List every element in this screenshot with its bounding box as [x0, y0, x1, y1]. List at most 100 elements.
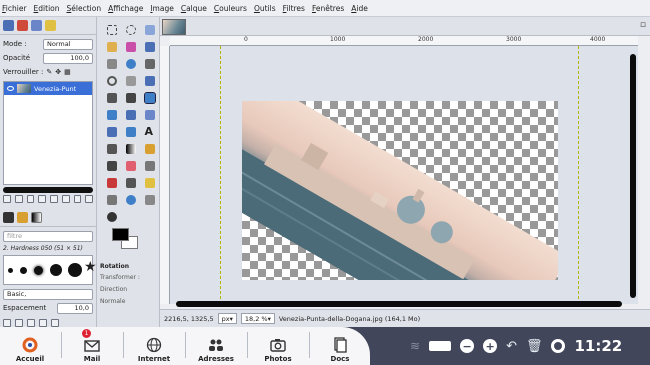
zoom-tool[interactable]: [102, 72, 121, 89]
brush-grid[interactable]: ★: [3, 255, 97, 285]
spacing-field[interactable]: 10,0: [57, 302, 93, 314]
raise-layer-icon[interactable]: [26, 195, 35, 203]
rect-select-tool[interactable]: [102, 21, 121, 38]
guide-line[interactable]: [220, 46, 221, 304]
horizontal-scrollbar[interactable]: [170, 300, 628, 308]
menu-edition[interactable]: Edition: [34, 4, 60, 13]
menu-calque[interactable]: Calque: [181, 4, 207, 13]
menu-outils[interactable]: Outils: [254, 4, 276, 13]
brush-preset-select[interactable]: Basic,: [3, 288, 93, 300]
app-docs[interactable]: Docs: [312, 329, 368, 363]
menu-fichier[interactable]: Fichier: [2, 4, 27, 13]
anchor-layer-icon[interactable]: [61, 195, 70, 203]
scissors-tool[interactable]: [140, 38, 159, 55]
flip-tool[interactable]: [102, 123, 121, 140]
free-select-tool[interactable]: [140, 21, 159, 38]
smudge-tool[interactable]: [140, 191, 159, 208]
perspective-clone-tool[interactable]: [102, 191, 121, 208]
patterns-tab-icon[interactable]: [17, 212, 28, 223]
new-brush-icon[interactable]: [15, 319, 23, 327]
crop-tool[interactable]: [121, 89, 140, 106]
horizontal-ruler[interactable]: 0 1000 2000 3000 4000: [170, 36, 638, 46]
star-brush-icon[interactable]: ★: [84, 259, 97, 275]
paintbrush-tool[interactable]: [102, 157, 121, 174]
ellipse-select-tool[interactable]: [121, 21, 140, 38]
scale-tool[interactable]: [102, 106, 121, 123]
undo-history-tab-icon[interactable]: [45, 20, 56, 31]
eraser-tool[interactable]: [121, 157, 140, 174]
clone-tool[interactable]: [121, 174, 140, 191]
blend-tool[interactable]: [121, 140, 140, 157]
new-layer-icon[interactable]: [3, 195, 11, 203]
brushes-tab-icon[interactable]: [3, 212, 14, 223]
dodge-burn-tool[interactable]: [102, 208, 121, 225]
bucket-fill-tool[interactable]: [102, 140, 121, 157]
paths-tab-icon[interactable]: [31, 20, 42, 31]
help-lifebuoy-icon[interactable]: [551, 339, 566, 353]
direction-value[interactable]: Normale: [100, 298, 160, 305]
brush-preview[interactable]: [68, 263, 82, 277]
app-adresses[interactable]: Adresses: [188, 329, 244, 363]
wifi-icon[interactable]: ≋: [410, 339, 420, 353]
mode-select[interactable]: Normal: [43, 38, 93, 50]
trash-icon[interactable]: 🗑: [526, 339, 543, 354]
pencil-tool[interactable]: [140, 140, 159, 157]
menu-image[interactable]: Image: [150, 4, 174, 13]
new-group-icon[interactable]: [14, 195, 23, 203]
visibility-eye-icon[interactable]: [7, 86, 14, 91]
brush-preview[interactable]: [8, 268, 13, 273]
layer-row[interactable]: Venezia-Punt: [4, 82, 92, 95]
refresh-brushes-icon[interactable]: [51, 319, 59, 327]
delete-brush-icon[interactable]: [39, 319, 47, 327]
color-swatches[interactable]: [112, 228, 140, 252]
lower-layer-icon[interactable]: [38, 195, 46, 203]
shear-tool[interactable]: [121, 106, 140, 123]
horizontal-scroll-thumb[interactable]: [176, 301, 622, 307]
cage-tool[interactable]: [121, 123, 140, 140]
lock-position-icon[interactable]: ✥: [55, 68, 61, 76]
vertical-scrollbar[interactable]: [628, 46, 638, 304]
canvas-viewport[interactable]: [170, 46, 638, 304]
lock-pixels-icon[interactable]: ✎: [46, 68, 52, 76]
brush-preview[interactable]: [50, 264, 62, 276]
align-tool[interactable]: [102, 89, 121, 106]
brush-preview[interactable]: [34, 266, 43, 275]
edit-brush-icon[interactable]: [3, 319, 11, 327]
image-canvas[interactable]: [242, 101, 558, 280]
color-picker-tool[interactable]: [140, 55, 159, 72]
duplicate-layer-icon[interactable]: [50, 195, 58, 203]
battery-icon[interactable]: [429, 341, 452, 351]
move-tool[interactable]: [140, 72, 159, 89]
duplicate-brush-icon[interactable]: [27, 319, 35, 327]
channels-tab-icon[interactable]: [17, 20, 28, 31]
ink-tool[interactable]: [102, 174, 121, 191]
foreground-color-swatch[interactable]: [112, 228, 129, 241]
guide-line[interactable]: [578, 46, 579, 304]
undo-icon[interactable]: ↶: [506, 339, 517, 354]
layers-tab-icon[interactable]: [3, 20, 14, 31]
menu-aide[interactable]: Aide: [351, 4, 368, 13]
airbrush-tool[interactable]: [140, 157, 159, 174]
image-tab-thumbnail[interactable]: [162, 19, 186, 35]
lock-alpha-icon[interactable]: ▦: [64, 68, 71, 76]
vertical-ruler[interactable]: [160, 46, 170, 304]
menu-affichage[interactable]: Affichage: [108, 4, 143, 13]
perspective-tool[interactable]: [140, 106, 159, 123]
app-photos[interactable]: Photos: [250, 329, 306, 363]
app-internet[interactable]: Internet: [126, 329, 182, 363]
rotate-tool[interactable]: [140, 89, 159, 106]
mask-layer-icon[interactable]: [73, 195, 82, 203]
color-select-tool[interactable]: [121, 38, 140, 55]
vertical-scroll-thumb[interactable]: [630, 54, 636, 298]
app-accueil[interactable]: Accueil: [2, 329, 58, 363]
blur-tool[interactable]: [121, 191, 140, 208]
volume-up-icon[interactable]: +: [483, 339, 498, 353]
gradients-tab-icon[interactable]: [31, 212, 42, 223]
close-image-icon[interactable]: ▫: [640, 20, 646, 30]
unit-select[interactable]: px ▾: [217, 313, 237, 324]
brush-preview[interactable]: [20, 267, 27, 274]
text-tool[interactable]: A: [140, 123, 159, 140]
menu-selection[interactable]: Sélection: [67, 4, 102, 13]
volume-down-icon[interactable]: −: [460, 339, 475, 353]
delete-layer-icon[interactable]: [85, 195, 93, 203]
